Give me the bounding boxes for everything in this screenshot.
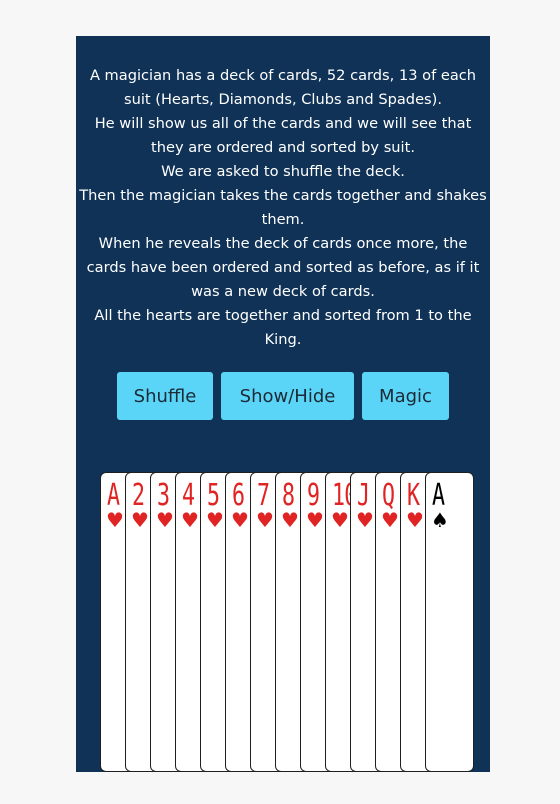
- hearts-suit-icon: ♥: [106, 508, 124, 532]
- card-rank: A: [107, 478, 120, 513]
- hearts-suit-icon: ♥: [306, 508, 324, 532]
- card-rank: 2: [132, 478, 145, 513]
- card-deck: A ♥ 2 ♥ 3 ♥ 4 ♥ 5 ♥ 6 ♥ 7 ♥ 8 ♥ 9 ♥ 10 ♥ J ♥ Q ♥ K ♥ A ♠: [76, 472, 490, 772]
- hearts-suit-icon: ♥: [281, 508, 299, 532]
- hearts-suit-icon: ♥: [206, 508, 224, 532]
- description-line: He will show us all of the cards and we …: [94, 115, 472, 156]
- card-rank: 9: [307, 478, 320, 513]
- hearts-suit-icon: ♥: [381, 508, 399, 532]
- hearts-suit-icon: ♥: [256, 508, 274, 532]
- card-rank: K: [407, 478, 420, 513]
- hearts-suit-icon: ♥: [231, 508, 249, 532]
- card-rank: 5: [207, 478, 220, 513]
- description-line: A magician has a deck of cards, 52 cards…: [89, 67, 477, 108]
- hearts-suit-icon: ♥: [406, 508, 424, 532]
- card-rank: 8: [282, 478, 295, 513]
- hearts-suit-icon: ♥: [331, 508, 349, 532]
- card-rank: Q: [382, 478, 395, 513]
- button-row: Shuffle Show/Hide Magic: [76, 372, 490, 420]
- spades-suit-icon: ♠: [431, 508, 449, 532]
- hearts-suit-icon: ♥: [356, 508, 374, 532]
- description-line: Then the magician takes the cards togeth…: [79, 187, 487, 228]
- magic-button[interactable]: Magic: [362, 372, 449, 420]
- description-line: We are asked to shuffle the deck.: [161, 163, 405, 180]
- hearts-suit-icon: ♥: [181, 508, 199, 532]
- card-rank: 3: [157, 478, 170, 513]
- card-rank: 6: [232, 478, 245, 513]
- card-rank: J: [357, 478, 370, 513]
- hearts-suit-icon: ♥: [156, 508, 174, 532]
- trick-description: A magician has a deck of cards, 52 cards…: [76, 64, 490, 352]
- card-rank: 7: [257, 478, 270, 513]
- card-rank: 4: [182, 478, 195, 513]
- description-line: When he reveals the deck of cards once m…: [86, 235, 480, 300]
- playing-card-spades[interactable]: A ♠: [425, 472, 474, 772]
- shuffle-button[interactable]: Shuffle: [117, 372, 213, 420]
- description-line: All the hearts are together and sorted f…: [94, 307, 472, 348]
- show-hide-button[interactable]: Show/Hide: [221, 372, 354, 420]
- magic-trick-panel: A magician has a deck of cards, 52 cards…: [76, 36, 490, 772]
- card-rank: A: [432, 478, 445, 513]
- hearts-suit-icon: ♥: [131, 508, 149, 532]
